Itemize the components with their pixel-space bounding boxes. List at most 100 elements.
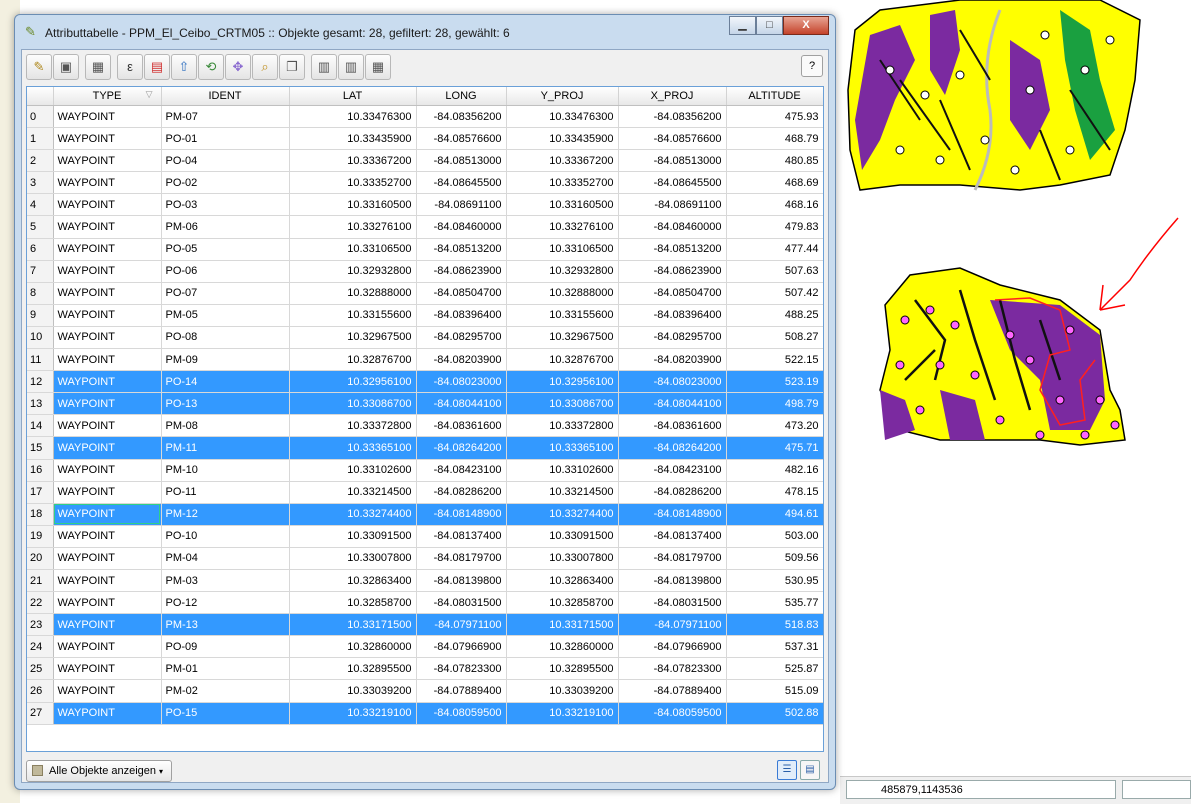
new-column-button[interactable]: ▥ bbox=[311, 54, 337, 80]
table-row[interactable]: 6 WAYPOINT PO-05 10.33106500 -84.08513200 10.… bbox=[27, 238, 823, 261]
table-cell[interactable]: 10.33214500 bbox=[289, 481, 417, 504]
table-cell[interactable]: 10.33007800 bbox=[506, 547, 619, 570]
table-cell[interactable]: WAYPOINT bbox=[53, 679, 162, 703]
table-cell[interactable]: PO-08 bbox=[161, 326, 290, 350]
table-cell[interactable]: PO-02 bbox=[161, 171, 290, 195]
maximize-button[interactable]: □ bbox=[756, 16, 783, 35]
column-header[interactable]: IDENT bbox=[161, 87, 290, 106]
table-cell[interactable]: -84.08295700 bbox=[618, 326, 727, 350]
row-header[interactable]: 23 bbox=[27, 613, 54, 637]
table-cell[interactable]: -84.08264200 bbox=[416, 436, 507, 460]
table-cell[interactable]: 10.32932800 bbox=[289, 260, 417, 283]
table-cell[interactable]: 10.33171500 bbox=[289, 613, 417, 637]
table-cell[interactable]: 10.33219100 bbox=[289, 702, 417, 725]
table-cell[interactable]: 518.83 bbox=[726, 613, 823, 637]
table-cell[interactable]: 10.33091500 bbox=[289, 525, 417, 548]
table-cell[interactable]: PM-03 bbox=[161, 569, 290, 593]
table-cell[interactable]: WAYPOINT bbox=[53, 260, 162, 283]
table-row[interactable]: 9 WAYPOINT PM-05 10.33155600 -84.08396400 10.… bbox=[27, 304, 823, 327]
table-cell[interactable]: WAYPOINT bbox=[53, 525, 162, 548]
table-cell[interactable]: WAYPOINT bbox=[53, 635, 162, 659]
table-cell[interactable]: WAYPOINT bbox=[53, 348, 162, 372]
table-cell[interactable]: -84.08396400 bbox=[618, 304, 727, 327]
table-cell[interactable]: PM-13 bbox=[161, 613, 290, 637]
table-cell[interactable]: 10.33171500 bbox=[506, 613, 619, 637]
row-header[interactable]: 15 bbox=[27, 436, 54, 460]
table-cell[interactable]: 10.33219100 bbox=[506, 702, 619, 725]
row-header[interactable]: 17 bbox=[27, 481, 54, 504]
table-cell[interactable]: 10.33352700 bbox=[506, 171, 619, 195]
table-cell[interactable]: 10.33160500 bbox=[506, 193, 619, 217]
close-button[interactable]: X bbox=[783, 16, 829, 35]
table-cell[interactable]: -84.08460000 bbox=[416, 215, 507, 239]
table-cell[interactable]: 508.27 bbox=[726, 326, 823, 350]
table-cell[interactable]: WAYPOINT bbox=[53, 414, 162, 438]
column-header[interactable]: Y_PROJ bbox=[506, 87, 619, 106]
table-cell[interactable]: -84.08361600 bbox=[618, 414, 727, 438]
table-row[interactable]: 7 WAYPOINT PO-06 10.32932800 -84.08623900 10.… bbox=[27, 260, 823, 283]
table-cell[interactable]: 530.95 bbox=[726, 569, 823, 593]
table-cell[interactable]: 502.88 bbox=[726, 702, 823, 725]
corner-header[interactable] bbox=[27, 87, 54, 106]
table-cell[interactable]: 10.33476300 bbox=[289, 105, 417, 129]
table-cell[interactable]: -84.08423100 bbox=[416, 459, 507, 482]
table-cell[interactable]: PM-04 bbox=[161, 547, 290, 570]
table-cell[interactable]: 515.09 bbox=[726, 679, 823, 703]
table-cell[interactable]: WAYPOINT bbox=[53, 702, 162, 725]
select-by-expression-button[interactable]: ε bbox=[117, 54, 143, 80]
table-cell[interactable]: -84.07823300 bbox=[416, 657, 507, 681]
table-cell[interactable]: 10.32967500 bbox=[506, 326, 619, 350]
table-row[interactable]: 26 WAYPOINT PM-02 10.33039200 -84.07889400 10… bbox=[27, 679, 823, 703]
table-cell[interactable]: -84.08691100 bbox=[618, 193, 727, 217]
table-cell[interactable]: -84.08460000 bbox=[618, 215, 727, 239]
table-cell[interactable]: WAYPOINT bbox=[53, 127, 162, 151]
table-cell[interactable]: PO-14 bbox=[161, 370, 290, 394]
table-cell[interactable]: 10.33039200 bbox=[289, 679, 417, 703]
table-cell[interactable]: WAYPOINT bbox=[53, 326, 162, 350]
table-cell[interactable]: -84.07889400 bbox=[618, 679, 727, 703]
row-header[interactable]: 4 bbox=[27, 193, 54, 217]
row-header[interactable]: 7 bbox=[27, 260, 54, 283]
row-header[interactable]: 16 bbox=[27, 459, 54, 482]
table-cell[interactable]: WAYPOINT bbox=[53, 392, 162, 416]
table-cell[interactable]: 10.33372800 bbox=[506, 414, 619, 438]
table-view-button[interactable]: ☰ bbox=[777, 760, 797, 780]
row-header[interactable]: 5 bbox=[27, 215, 54, 239]
table-cell[interactable]: 10.32863400 bbox=[289, 569, 417, 593]
table-cell[interactable]: -84.08179700 bbox=[618, 547, 727, 570]
table-cell[interactable]: -84.08059500 bbox=[618, 702, 727, 725]
row-header[interactable]: 22 bbox=[27, 591, 54, 615]
column-header[interactable]: LAT bbox=[289, 87, 417, 106]
table-cell[interactable]: WAYPOINT bbox=[53, 193, 162, 217]
title-bar[interactable]: ✎ Attributtabelle - PPM_El_Ceibo_CRTM05 … bbox=[15, 15, 835, 49]
table-cell[interactable]: PM-10 bbox=[161, 459, 290, 482]
table-cell[interactable]: 10.32860000 bbox=[289, 635, 417, 659]
row-header[interactable]: 11 bbox=[27, 348, 54, 372]
delete-selected-button[interactable]: ▦ bbox=[85, 54, 111, 80]
table-row[interactable]: 16 WAYPOINT PM-10 10.33102600 -84.08423100 10… bbox=[27, 459, 823, 482]
table-cell[interactable]: 473.20 bbox=[726, 414, 823, 438]
table-cell[interactable]: -84.08137400 bbox=[618, 525, 727, 548]
table-cell[interactable]: -84.08148900 bbox=[416, 503, 507, 526]
table-cell[interactable]: 10.33106500 bbox=[289, 238, 417, 261]
table-cell[interactable]: 523.19 bbox=[726, 370, 823, 394]
table-cell[interactable]: 10.32858700 bbox=[506, 591, 619, 615]
table-cell[interactable]: -84.08513000 bbox=[618, 149, 727, 173]
table-cell[interactable]: WAYPOINT bbox=[53, 282, 162, 305]
table-cell[interactable]: PO-11 bbox=[161, 481, 290, 504]
row-header[interactable]: 12 bbox=[27, 370, 54, 394]
delete-column-button[interactable]: ▥ bbox=[338, 54, 364, 80]
table-cell[interactable]: PM-08 bbox=[161, 414, 290, 438]
table-cell[interactable]: WAYPOINT bbox=[53, 215, 162, 239]
table-row[interactable]: 4 WAYPOINT PO-03 10.33160500 -84.08691100 10.… bbox=[27, 193, 823, 217]
table-cell[interactable]: WAYPOINT bbox=[53, 569, 162, 593]
table-cell[interactable]: 10.33155600 bbox=[289, 304, 417, 327]
row-header[interactable]: 19 bbox=[27, 525, 54, 548]
table-cell[interactable]: -84.08203900 bbox=[416, 348, 507, 372]
table-cell[interactable]: WAYPOINT bbox=[53, 171, 162, 195]
table-row[interactable]: 25 WAYPOINT PM-01 10.32895500 -84.07823300 10… bbox=[27, 657, 823, 681]
row-header[interactable]: 14 bbox=[27, 414, 54, 438]
table-cell[interactable]: -84.08203900 bbox=[618, 348, 727, 372]
table-cell[interactable]: -84.08576600 bbox=[618, 127, 727, 151]
table-cell[interactable]: 10.32895500 bbox=[289, 657, 417, 681]
